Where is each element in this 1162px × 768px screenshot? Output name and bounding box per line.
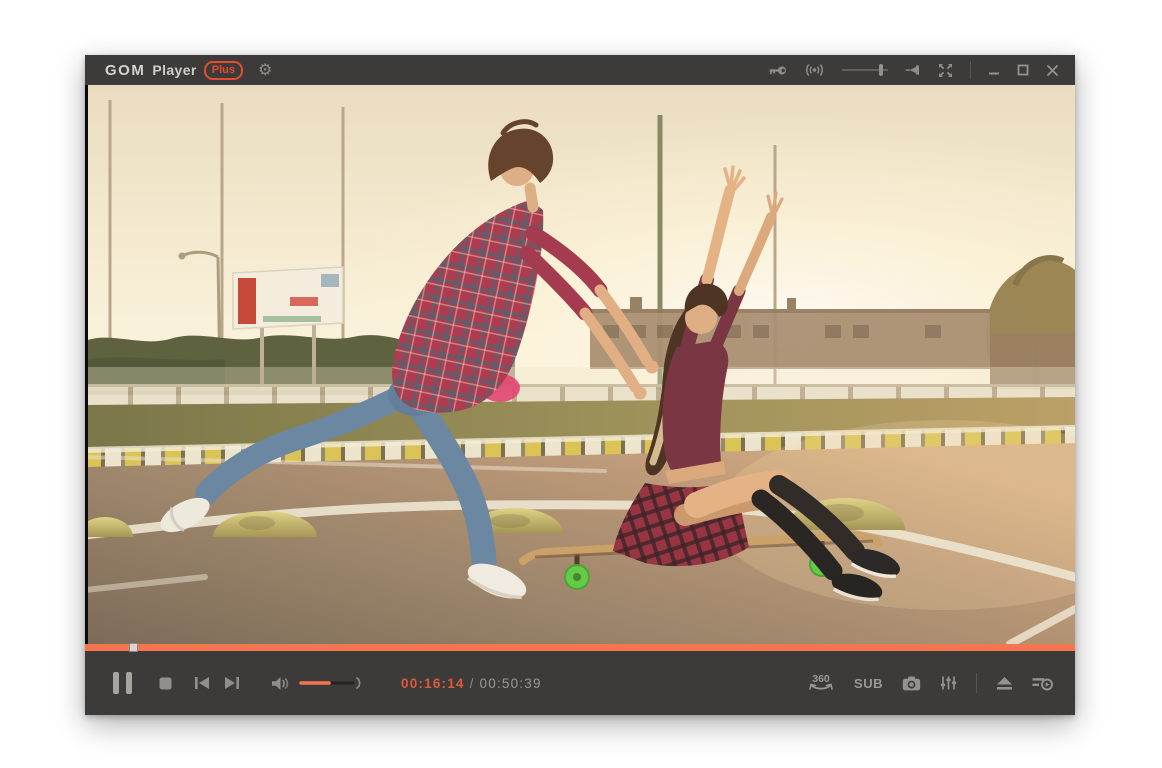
- maximize-icon[interactable]: [1017, 64, 1029, 76]
- volume-slider[interactable]: [299, 675, 365, 691]
- time-display: 00:16:14 / 00:50:39: [401, 676, 542, 691]
- titlebar-divider: [970, 61, 971, 79]
- opacity-slider-knob[interactable]: [879, 64, 883, 76]
- eject-button[interactable]: [996, 676, 1013, 691]
- close-icon[interactable]: [1046, 64, 1059, 77]
- broadcast-icon[interactable]: [804, 63, 825, 77]
- key-icon[interactable]: [768, 64, 787, 77]
- snapshot-button[interactable]: [902, 676, 921, 691]
- seek-handle[interactable]: [129, 643, 138, 652]
- subtitles-button[interactable]: SUB: [854, 676, 883, 691]
- settings-gear-icon[interactable]: ⚙: [258, 60, 272, 80]
- fullscreen-icon[interactable]: [938, 63, 953, 78]
- plus-badge: Plus: [204, 61, 243, 80]
- seekbar[interactable]: [85, 644, 1075, 651]
- view-360-button[interactable]: 360: [807, 672, 835, 694]
- gom-player-window: GOM Player Plus ⚙: [85, 55, 1075, 715]
- control-bar: 00:16:14 / 00:50:39 360 SUB: [85, 651, 1075, 715]
- label-360: 360: [812, 673, 830, 685]
- minimize-icon[interactable]: [988, 64, 1000, 76]
- app-logo: GOM Player Plus ⚙: [85, 60, 272, 80]
- previous-button[interactable]: [194, 676, 210, 690]
- opacity-slider[interactable]: [842, 63, 888, 77]
- volume-icon[interactable]: [271, 676, 290, 691]
- playlist-button[interactable]: [1032, 675, 1053, 691]
- stop-button[interactable]: [159, 677, 172, 690]
- time-separator: /: [465, 676, 480, 691]
- time-total: 00:50:39: [480, 676, 542, 691]
- video-display-area[interactable]: [85, 85, 1075, 644]
- video-frame: [85, 85, 1075, 644]
- logo-gom: GOM: [105, 62, 145, 79]
- controls-divider: [976, 673, 977, 693]
- time-current: 00:16:14: [401, 676, 465, 691]
- pause-button[interactable]: [113, 672, 132, 694]
- equalizer-button[interactable]: [940, 675, 957, 691]
- next-button[interactable]: [224, 676, 240, 690]
- logo-player: Player: [152, 62, 196, 78]
- titlebar[interactable]: GOM Player Plus ⚙: [85, 55, 1075, 85]
- pin-icon[interactable]: [905, 63, 921, 77]
